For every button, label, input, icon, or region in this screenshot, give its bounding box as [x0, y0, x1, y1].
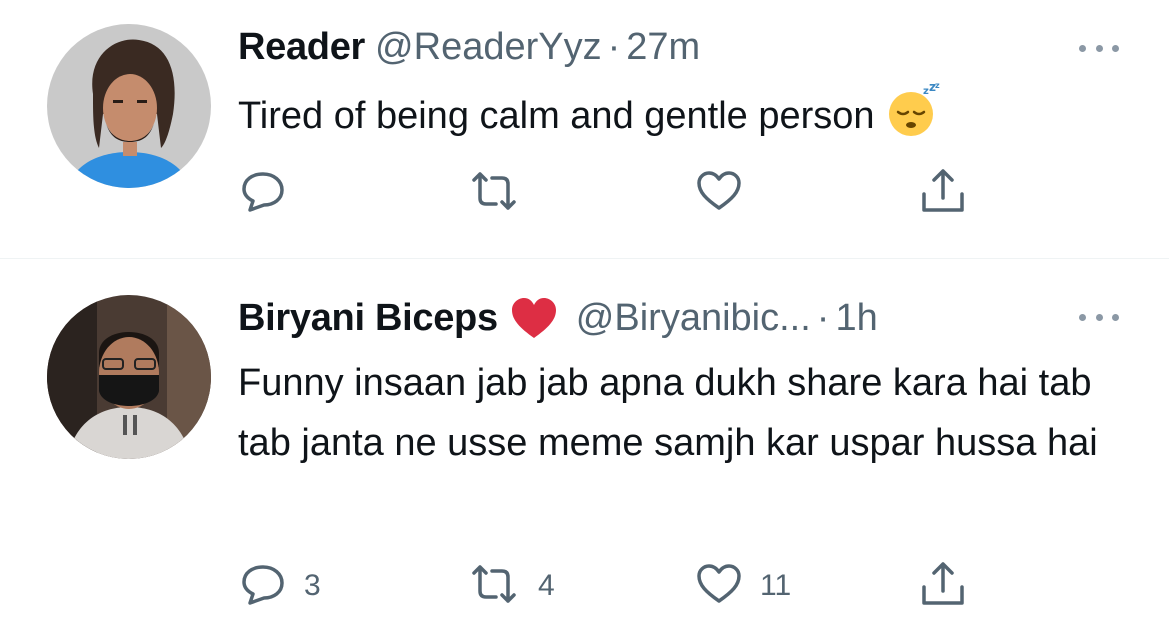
svg-text:z: z	[935, 82, 940, 90]
timestamp[interactable]: 1h	[835, 297, 877, 340]
retweet-button[interactable]	[466, 168, 538, 218]
tweet-text-content: Tired of being calm and gentle person	[238, 95, 875, 137]
retweet-icon	[466, 559, 522, 614]
share-icon	[918, 166, 968, 221]
sleeping-face-icon: z z z	[885, 80, 941, 156]
tweet-header: Biryani Biceps @Biryanibic... · 1h	[238, 293, 878, 343]
user-handle[interactable]: @ReaderYyz	[375, 26, 602, 69]
like-icon	[694, 166, 744, 221]
like-icon	[694, 559, 744, 614]
tweet[interactable]: Biryani Biceps @Biryanibic... · 1h Funny…	[0, 259, 1169, 635]
share-button[interactable]	[918, 561, 968, 611]
tweet-text: Funny insaan jab jab apna dukh share kar…	[238, 362, 1098, 464]
like-button[interactable]	[694, 168, 760, 218]
red-heart-icon	[510, 296, 558, 340]
like-count: 11	[760, 569, 792, 602]
retweet-count: 4	[538, 569, 555, 602]
reply-icon	[238, 166, 288, 221]
separator-dot: ·	[816, 296, 830, 339]
timestamp[interactable]: 27m	[626, 26, 700, 69]
more-icon[interactable]	[1079, 42, 1119, 54]
display-name[interactable]: Reader	[238, 26, 365, 69]
avatar[interactable]	[47, 24, 211, 188]
reply-button[interactable]: 3	[238, 561, 321, 611]
avatar[interactable]	[47, 295, 211, 459]
reply-button[interactable]	[238, 168, 304, 218]
separator-dot: ·	[607, 25, 621, 68]
reply-count: 3	[304, 569, 321, 602]
share-icon	[918, 559, 968, 614]
like-button[interactable]: 11	[694, 561, 791, 611]
share-button[interactable]	[918, 168, 968, 218]
user-handle[interactable]: @Biryanibic...	[576, 297, 811, 340]
tweet-header: Reader @ReaderYyz · 27m	[238, 22, 700, 72]
display-name[interactable]: Biryani Biceps	[238, 297, 498, 340]
tweet-actions: 3 4 11	[238, 561, 988, 611]
reply-icon	[238, 559, 288, 614]
tweet-text: Tired of being calm and gentle person z …	[238, 80, 941, 156]
tweet[interactable]: Reader @ReaderYyz · 27m Tired of being c…	[0, 0, 1169, 258]
retweet-button[interactable]: 4	[466, 561, 555, 611]
retweet-icon	[466, 166, 522, 221]
more-icon[interactable]	[1079, 311, 1119, 323]
tweet-actions	[238, 168, 988, 218]
